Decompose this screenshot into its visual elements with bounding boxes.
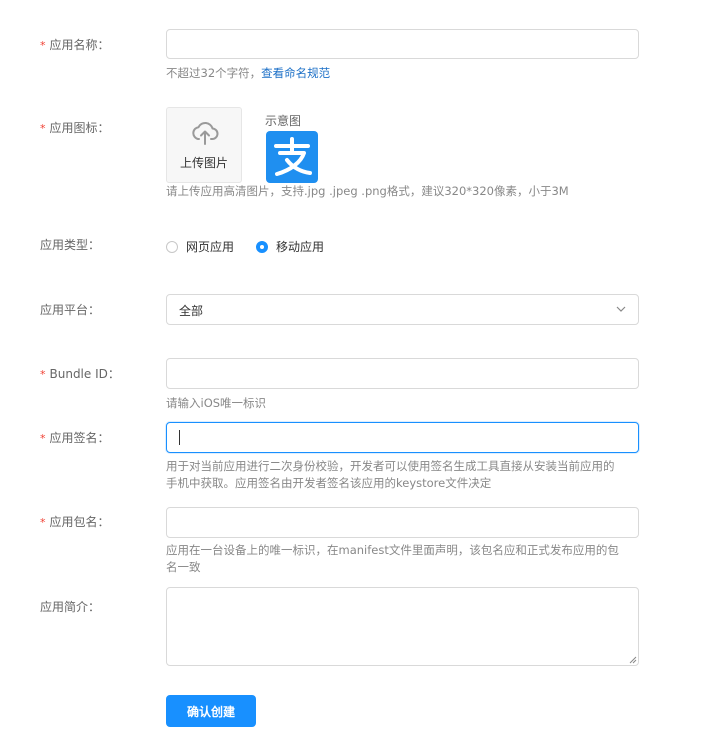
app-type-label: 应用类型： [40, 238, 101, 252]
radio-web-app[interactable]: 网页应用 [166, 238, 234, 255]
required-mark: * [40, 39, 46, 52]
package-name-input[interactable] [166, 507, 639, 538]
bundle-id-input[interactable] [166, 358, 639, 389]
app-intro-label: 应用简介： [40, 600, 101, 614]
upload-image-button[interactable]: 上传图片 [166, 107, 242, 183]
radio-indicator-selected [256, 240, 268, 253]
app-icon-label: * 应用图标： [40, 121, 110, 135]
bundle-id-label: * Bundle ID： [40, 367, 120, 381]
cloud-upload-icon [192, 121, 219, 145]
chevron-down-icon [616, 306, 626, 312]
radio-indicator [166, 240, 178, 253]
required-mark: * [40, 368, 46, 381]
package-name-label: * 应用包名： [40, 515, 110, 529]
app-name-label: * 应用名称： [40, 38, 110, 52]
upload-label: 上传图片 [179, 156, 228, 170]
package-name-help: 应用在一台设备上的唯一标识，在manifest文件里面声明，该包名应和正式发布应… [166, 543, 619, 574]
app-signature-label: * 应用签名： [40, 431, 110, 445]
radio-label: 移动应用 [276, 240, 325, 254]
naming-rules-link[interactable]: 查看命名规范 [261, 66, 330, 80]
app-icon-help: 请上传应用高清图片，支持.jpg .jpeg .png格式，建议320*320像… [166, 184, 569, 198]
app-name-help: 不超过32个字符，查看命名规范 [166, 66, 331, 80]
resize-handle-icon[interactable] [628, 655, 637, 664]
confirm-create-button[interactable]: 确认创建 [166, 695, 256, 727]
app-signature-input[interactable] [166, 422, 639, 453]
required-mark: * [40, 516, 46, 529]
radio-label: 网页应用 [186, 240, 235, 254]
text-caret [179, 430, 180, 445]
app-platform-label: 应用平台： [40, 303, 101, 317]
app-signature-help: 用于对当前应用进行二次身份校验，开发者可以使用签名生成工具直接从安装当前应用的 … [166, 459, 615, 490]
app-name-input[interactable] [166, 29, 639, 59]
required-mark: * [40, 432, 46, 445]
app-platform-select[interactable]: 全部 [166, 294, 639, 325]
app-intro-textarea[interactable] [166, 587, 639, 666]
alipay-logo-icon [266, 131, 318, 183]
radio-mobile-app[interactable]: 移动应用 [256, 238, 324, 255]
bundle-id-help: 请输入iOS唯一标识 [166, 396, 267, 410]
sample-label: 示意图 [265, 114, 302, 128]
required-mark: * [40, 122, 46, 135]
select-value: 全部 [179, 304, 204, 318]
